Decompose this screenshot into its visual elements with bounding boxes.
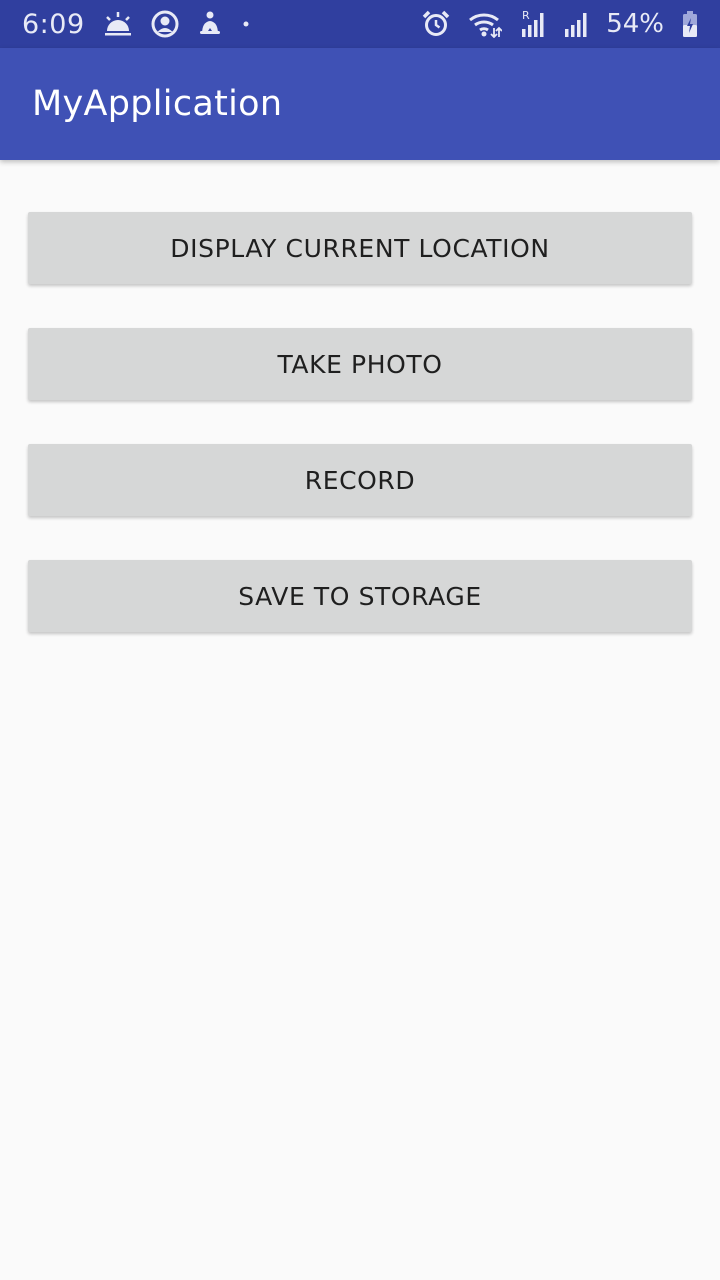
app-bar: MyApplication [0, 48, 720, 160]
status-bar: 6:09 R 54% [0, 0, 720, 48]
status-bar-right: R 54% [422, 9, 698, 39]
svg-text:R: R [522, 9, 530, 22]
status-time: 6:09 [22, 8, 85, 40]
accessibility-icon [197, 10, 223, 38]
save-to-storage-button[interactable]: SAVE TO STORAGE [28, 560, 692, 632]
battery-charging-icon [682, 10, 698, 38]
app-title: MyApplication [32, 84, 283, 124]
notification-dot-icon [241, 19, 251, 29]
weather-sunrise-icon [103, 11, 133, 37]
display-current-location-button[interactable]: DISPLAY CURRENT LOCATION [28, 212, 692, 284]
wifi-icon [468, 10, 503, 38]
alarm-icon [422, 10, 450, 38]
record-button[interactable]: RECORD [28, 444, 692, 516]
account-circle-icon [151, 10, 179, 38]
signal-icon [564, 9, 588, 39]
signal-roaming-icon: R [520, 9, 546, 39]
battery-percent: 54% [606, 9, 664, 39]
take-photo-button[interactable]: TAKE PHOTO [28, 328, 692, 400]
status-bar-left: 6:09 [22, 9, 251, 40]
